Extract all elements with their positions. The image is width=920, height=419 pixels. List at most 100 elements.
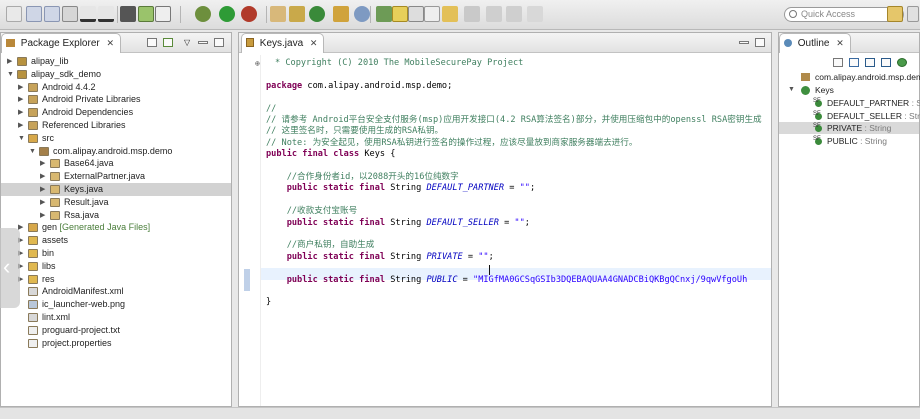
code-line: ⊕ * Copyright (C) 2010 The MobileSecurePa… xyxy=(255,58,523,69)
close-icon[interactable]: ✕ xyxy=(310,38,318,48)
new-class-icon[interactable] xyxy=(289,6,305,22)
chevron-down-icon[interactable]: ▼ xyxy=(7,68,15,81)
tree-item[interactable]: ▼ src xyxy=(1,132,231,145)
tree-item[interactable]: ▶ Android 4.4.2 xyxy=(1,81,231,94)
collapse-all-button[interactable] xyxy=(147,38,157,47)
chevron-right-icon[interactable]: ▶ xyxy=(40,157,48,170)
minimize-view-button[interactable] xyxy=(739,41,749,44)
forward-icon[interactable] xyxy=(506,6,522,22)
chevron-right-icon[interactable]: ▶ xyxy=(40,196,48,209)
tree-item[interactable]: ▶ Referenced Libraries xyxy=(1,119,231,132)
tree-item[interactable]: ▶ Keys.java xyxy=(1,183,231,196)
hide-non-public-button[interactable] xyxy=(897,58,907,67)
chevron-down-icon[interactable]: ▼ xyxy=(788,84,796,96)
hide-fields-button[interactable] xyxy=(865,58,875,67)
tree-item[interactable]: ▼ com.alipay.android.msp.demo xyxy=(1,145,231,158)
chevron-right-icon[interactable]: ▶ xyxy=(40,209,48,222)
prev-annotation-icon[interactable] xyxy=(464,6,480,22)
minimize-view-button[interactable] xyxy=(198,41,208,44)
java-perspective-icon[interactable] xyxy=(887,6,903,22)
tree-item[interactable]: ▶ Android Private Libraries xyxy=(1,93,231,106)
save-all-icon[interactable] xyxy=(44,6,60,22)
code-line: public final class Keys { xyxy=(266,149,395,160)
outline-field[interactable]: SF PUBLIC : String xyxy=(779,135,919,147)
outline-package[interactable]: com.alipay.android.msp.demo xyxy=(779,71,920,83)
tree-item[interactable]: ▶ alipay_lib xyxy=(1,55,231,68)
last-edit-icon[interactable] xyxy=(527,6,543,22)
tree-item[interactable]: ▼ alipay_sdk_demo xyxy=(1,68,231,81)
chevron-down-icon[interactable]: ▼ xyxy=(18,132,26,145)
outline-field[interactable]: SF PRIVATE : String xyxy=(779,122,919,134)
outline-field[interactable]: SF DEFAULT_SELLER : String xyxy=(779,110,920,122)
new-icon[interactable] xyxy=(6,6,22,22)
print-icon[interactable] xyxy=(62,6,78,22)
checklist-icon[interactable] xyxy=(155,6,171,22)
tree-item[interactable]: ▶ Result.java xyxy=(1,196,231,209)
run-icon[interactable] xyxy=(219,6,235,22)
tree-item[interactable]: project.properties xyxy=(1,337,231,350)
close-icon[interactable]: ✕ xyxy=(836,38,844,48)
chevron-right-icon[interactable]: ▶ xyxy=(18,106,26,119)
maximize-view-button[interactable] xyxy=(214,38,224,47)
tree-item[interactable]: ▶ libs xyxy=(1,260,231,273)
chevron-down-icon[interactable]: ▼ xyxy=(29,145,37,158)
tree-item[interactable]: ▶ gen [Generated Java Files] xyxy=(1,221,231,234)
open-perspective-icon[interactable] xyxy=(907,6,919,22)
tree-item[interactable]: ▶ Rsa.java xyxy=(1,209,231,222)
highlight-icon[interactable] xyxy=(392,6,408,22)
folder-icon xyxy=(28,274,38,284)
tree-item[interactable]: lint.xml xyxy=(1,311,231,324)
view-menu-button[interactable]: ▽ xyxy=(184,38,194,47)
package-explorer-panel: Package Explorer ✕ ▽ ▶ alipay_lib ▼ alipay_… xyxy=(0,32,232,407)
search-icon[interactable] xyxy=(354,6,370,22)
close-icon[interactable]: ✕ xyxy=(107,38,115,48)
tree-item[interactable]: proguard-project.txt xyxy=(1,324,231,337)
source-folder-icon xyxy=(28,223,38,233)
fold-expand-icon[interactable]: ⊕ xyxy=(255,58,260,69)
tree-item[interactable]: ▶ Base64.java xyxy=(1,157,231,170)
chevron-right-icon[interactable]: ▶ xyxy=(40,183,48,196)
open-type-icon[interactable] xyxy=(333,6,349,22)
export-icon[interactable] xyxy=(98,6,114,22)
avd-manager-icon[interactable] xyxy=(138,6,154,22)
toggle-mark-icon[interactable] xyxy=(376,6,392,22)
tab-outline[interactable]: Outline ✕ xyxy=(779,33,851,53)
back-icon[interactable] xyxy=(486,6,502,22)
outline-class[interactable]: ▼ Keys xyxy=(779,84,919,96)
quick-access-input[interactable]: Quick Access xyxy=(784,7,904,22)
collapse-all-button[interactable] xyxy=(833,58,843,67)
tree-item[interactable]: AndroidManifest.xml xyxy=(1,285,231,298)
external-tools-icon[interactable] xyxy=(241,6,257,22)
tab-keys-java[interactable]: Keys.java ✕ xyxy=(241,33,325,53)
outline-field[interactable]: SF DEFAULT_PARTNER : String xyxy=(779,97,920,109)
maximize-view-button[interactable] xyxy=(755,38,765,47)
debug-icon[interactable] xyxy=(195,6,211,22)
next-annotation-icon[interactable] xyxy=(442,6,458,22)
show-whitespace-icon[interactable] xyxy=(424,6,440,22)
new-java-package-icon[interactable] xyxy=(270,6,286,22)
new-type-icon[interactable] xyxy=(309,6,325,22)
tab-package-explorer[interactable]: Package Explorer ✕ xyxy=(1,33,122,53)
tree-item[interactable]: ▶ ExternalPartner.java xyxy=(1,170,231,183)
sdk-manager-icon[interactable] xyxy=(120,6,136,22)
tree-item[interactable]: ▶ res xyxy=(1,273,231,286)
import-icon[interactable] xyxy=(80,6,96,22)
code-token: ; xyxy=(488,251,494,262)
tree-item[interactable]: ic_launcher-web.png xyxy=(1,298,231,311)
chevron-right-icon[interactable]: ▶ xyxy=(18,93,26,106)
code-area[interactable]: ⊕ * Copyright (C) 2010 The MobileSecurePa… xyxy=(239,55,771,406)
tree-item[interactable]: ▶ bin xyxy=(1,247,231,260)
previous-slide-arrow[interactable]: ‹ xyxy=(0,228,20,308)
chevron-right-icon[interactable]: ▶ xyxy=(40,170,48,183)
chevron-right-icon[interactable]: ▶ xyxy=(7,55,15,68)
save-icon[interactable] xyxy=(26,6,42,22)
link-with-editor-button[interactable] xyxy=(163,38,173,47)
chevron-right-icon[interactable]: ▶ xyxy=(18,81,26,94)
chevron-right-icon[interactable]: ▶ xyxy=(18,119,26,132)
hide-static-button[interactable] xyxy=(881,58,891,67)
block-selection-icon[interactable] xyxy=(408,6,424,22)
tree-item[interactable]: ▶ assets xyxy=(1,234,231,247)
sort-button[interactable] xyxy=(849,58,859,67)
code-token: // Note: 为安全起见，使用RSA私钥进行签名的操作过程，应该尽量放到商家… xyxy=(266,137,638,148)
tree-item[interactable]: ▶ Android Dependencies xyxy=(1,106,231,119)
